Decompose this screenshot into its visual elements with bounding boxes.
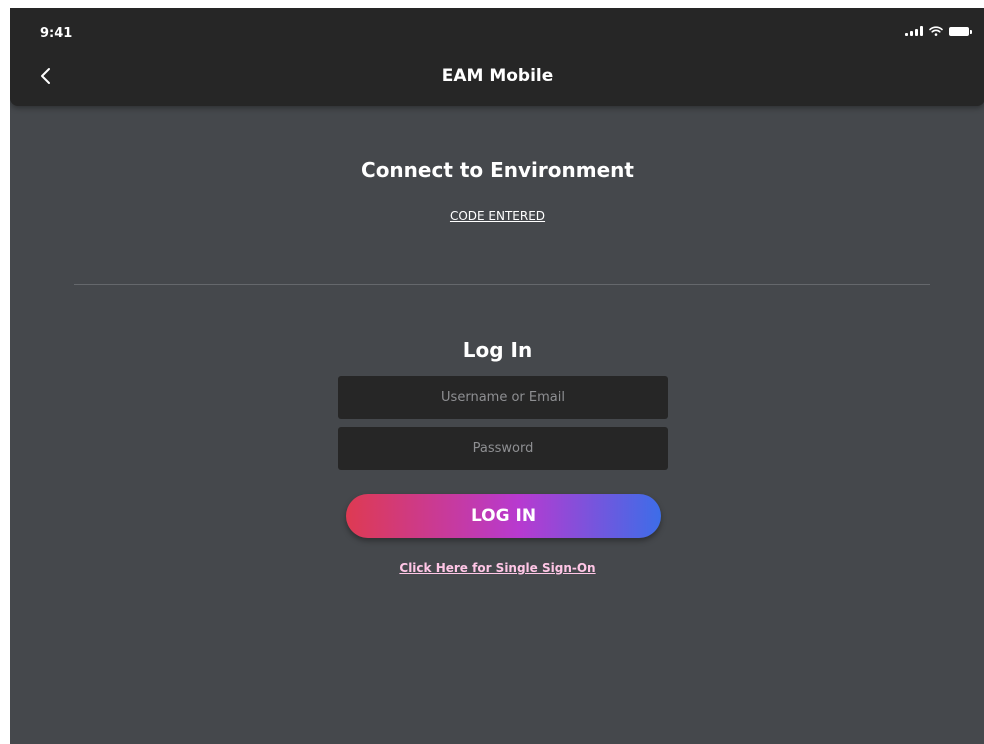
- section-divider: [74, 284, 930, 285]
- login-title: Log In: [462, 338, 533, 362]
- battery-icon: [949, 26, 972, 36]
- app-screen: 9:41 EAM Mobile Connect to Environment C…: [10, 8, 984, 744]
- username-input[interactable]: [338, 376, 668, 419]
- password-input[interactable]: [338, 427, 668, 470]
- login-button-label: LOG IN: [470, 506, 537, 526]
- environment-title: Connect to Environment: [361, 158, 634, 182]
- status-time: 9:41: [40, 26, 73, 41]
- login-button[interactable]: LOG IN: [346, 494, 661, 538]
- nav-title: EAM Mobile: [441, 66, 554, 86]
- status-icons: [905, 26, 972, 36]
- top-bar: 9:41 EAM Mobile: [10, 8, 984, 106]
- single-sign-on-link[interactable]: Click Here for Single Sign-On: [10, 561, 984, 575]
- signal-icon: [905, 26, 923, 36]
- wifi-icon: [929, 26, 943, 36]
- code-entered-link[interactable]: CODE ENTERED: [10, 209, 984, 223]
